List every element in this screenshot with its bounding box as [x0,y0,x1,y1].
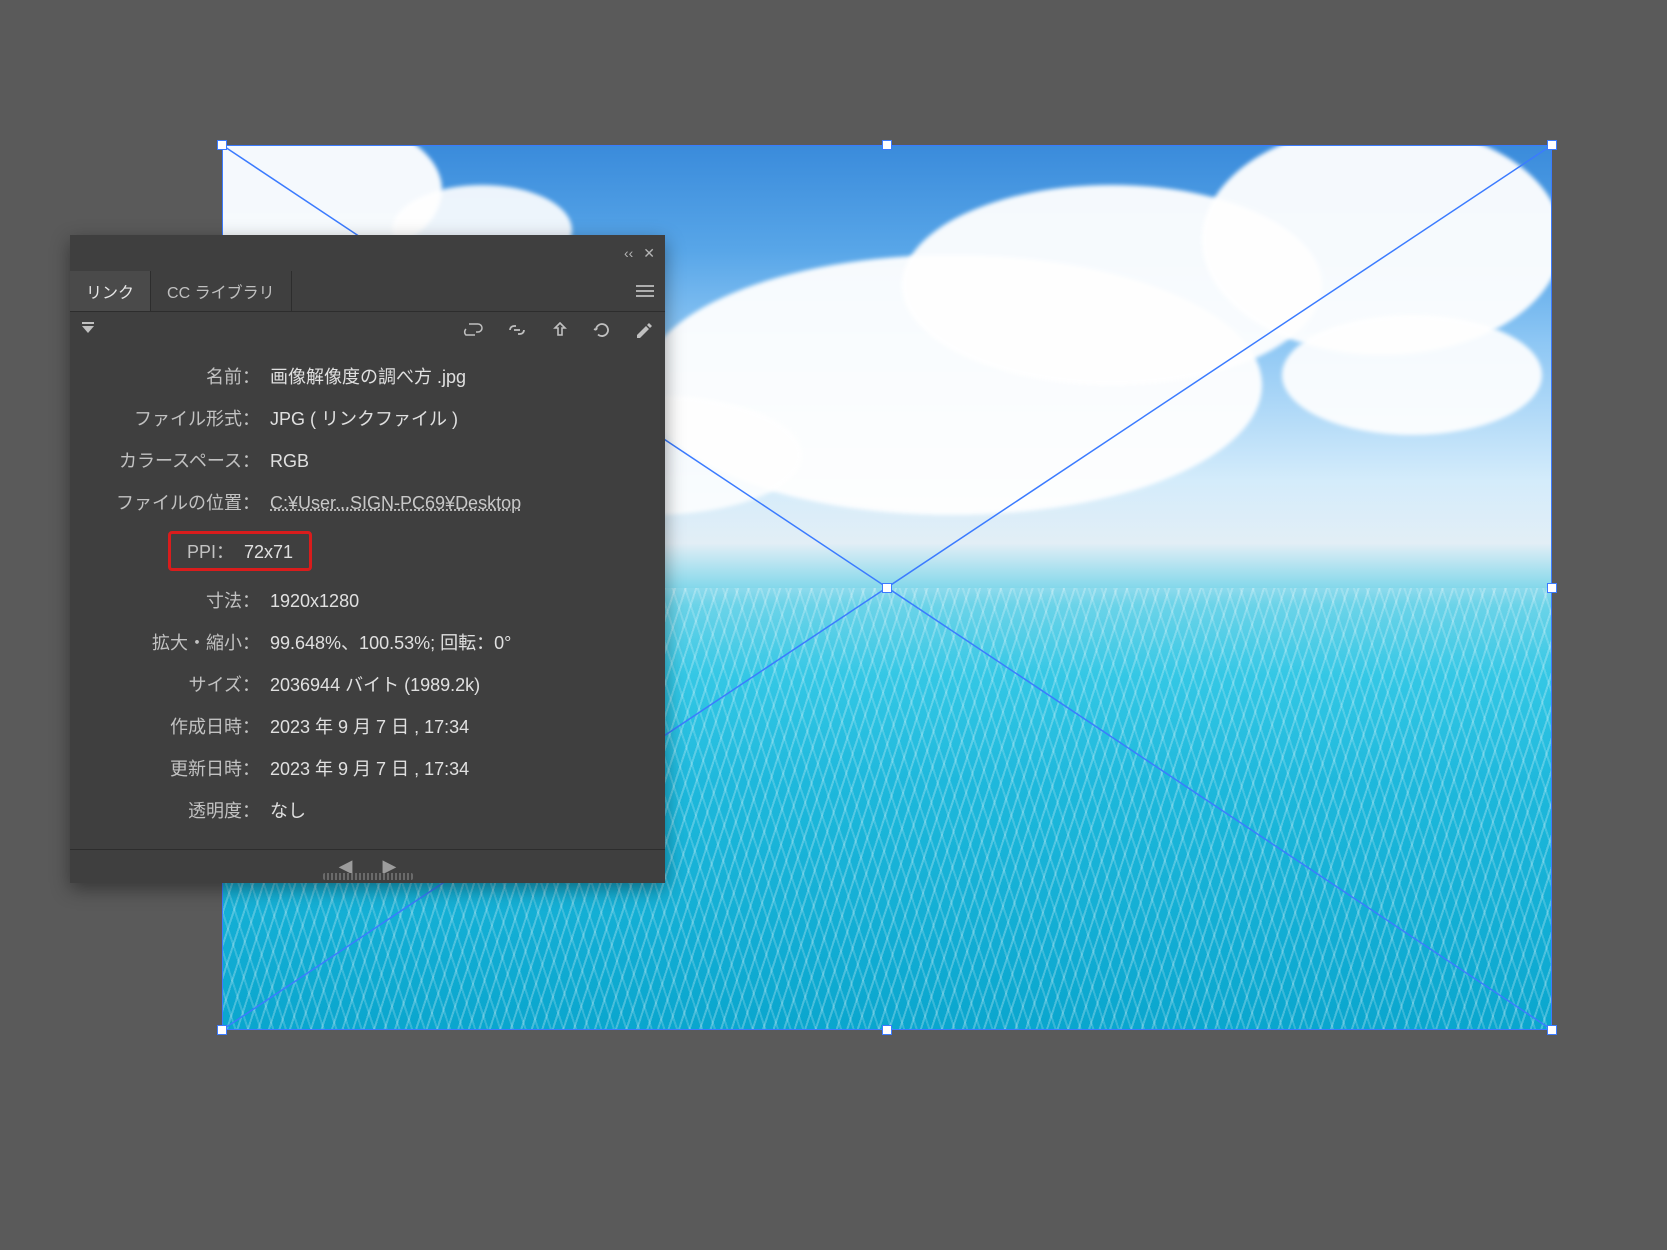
go-to-link-icon[interactable] [551,321,569,339]
row-modified: 更新日時： 2023 年 9 月 7 日 , 17:34 [90,747,645,789]
links-panel: ‹‹ ✕ リンク CC ライブラリ [70,235,665,883]
row-format: ファイル形式： JPG ( リンクファイル ) [90,397,645,439]
row-name: 名前： 画像解像度の調べ方 .jpg [90,355,645,397]
panel-tabs: リンク CC ライブラリ [70,271,665,311]
show-link-info-toggle[interactable] [82,326,94,333]
row-scale: 拡大・縮小： 99.648%、100.53%; 回転：0° [90,621,645,663]
panel-footer: ◀ ▶ [70,849,665,883]
row-created: 作成日時： 2023 年 9 月 7 日 , 17:34 [90,705,645,747]
canvas[interactable]: ‹‹ ✕ リンク CC ライブラリ [0,0,1667,1250]
panel-flyout-menu[interactable] [625,271,665,311]
row-colorspace: カラースペース： RGB [90,439,645,481]
tab-links[interactable]: リンク [70,271,151,311]
relink-icon[interactable] [507,323,527,337]
ppi-highlight: PPI： 72x71 [168,531,312,571]
panel-header[interactable]: ‹‹ ✕ [70,235,665,271]
row-transparency: 透明度： なし [90,789,645,831]
relink-cc-icon[interactable] [463,322,483,338]
file-location-link[interactable]: C:¥User...SIGN-PC69¥Desktop [270,493,521,514]
row-size: サイズ： 2036944 バイト (1989.2k) [90,663,645,705]
row-ppi: PPI： 72x71 [90,523,645,579]
tab-cc-libraries[interactable]: CC ライブラリ [151,271,292,311]
update-link-icon[interactable] [593,321,611,339]
link-info-list: 名前： 画像解像度の調べ方 .jpg ファイル形式： JPG ( リンクファイル… [70,347,665,849]
collapse-icon[interactable]: ‹‹ [624,245,633,262]
row-dimensions: 寸法： 1920x1280 [90,579,645,621]
close-icon[interactable]: ✕ [643,245,655,262]
row-location: ファイルの位置： C:¥User...SIGN-PC69¥Desktop [90,481,645,523]
panel-toolbar [70,311,665,347]
edit-original-icon[interactable] [635,321,653,339]
panel-resize-grip[interactable] [323,873,413,880]
